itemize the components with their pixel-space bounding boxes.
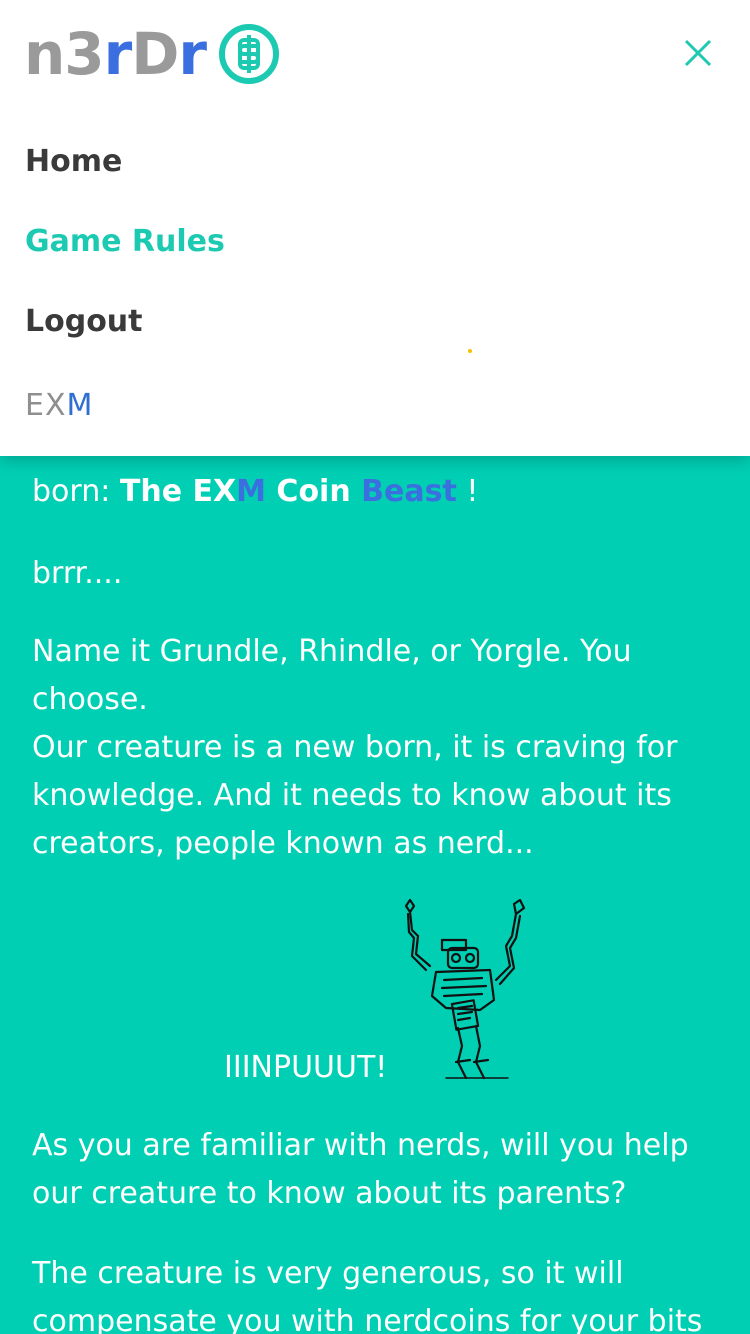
brrr-text: brrr.... [32, 556, 123, 591]
paragraph-help: As you are familiar with nerds, will you… [32, 1128, 689, 1211]
robot-illustration [404, 898, 526, 1080]
paragraph-creature: Our creature is a new born, it is cravin… [32, 730, 678, 861]
nav-menu: Home Game Rules Logout EXM [0, 104, 750, 456]
paragraph-name: Name it Grundle, Rhindle, or Yorgle. You… [32, 634, 632, 717]
coin-icon [219, 24, 280, 84]
shout-text: IIINPUUUT! [224, 1050, 388, 1085]
menu-item-game-rules[interactable]: Game Rules [25, 224, 225, 259]
menu-item-home[interactable]: Home [25, 144, 122, 179]
menu-item-logout[interactable]: Logout [25, 304, 143, 339]
exm-logo[interactable]: EXM [25, 391, 93, 421]
app-logo[interactable]: n3rDr [24, 22, 280, 86]
logo-wordmark: n3rDr [24, 20, 207, 88]
sparkle-dot [468, 349, 472, 353]
top-bar: n3rDr [0, 0, 750, 104]
paragraph-generous: The creature is very generous, so it wil… [32, 1256, 703, 1334]
intro-line: born: The EXM Coin Beast ! [32, 474, 479, 509]
close-icon[interactable] [676, 31, 720, 75]
